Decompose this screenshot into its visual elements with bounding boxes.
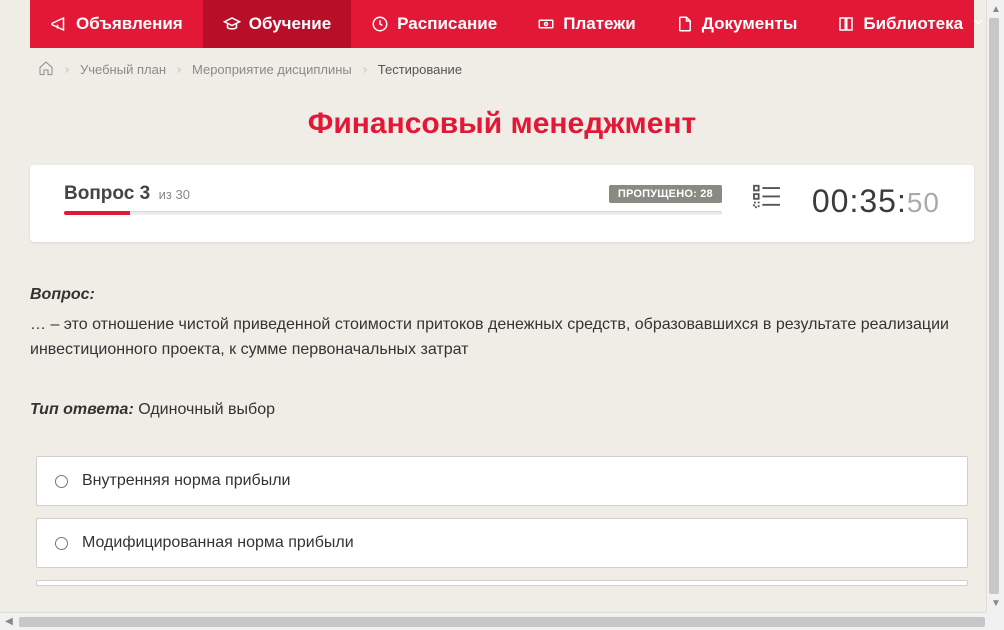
progress-bar: [64, 211, 722, 215]
breadcrumb-link[interactable]: Учебный план: [80, 62, 166, 77]
answer-list: Внутренняя норма прибыли Модифицированна…: [36, 456, 968, 586]
file-icon: [676, 15, 694, 33]
horizontal-scrollbar[interactable]: ◀ ▶: [0, 612, 1004, 630]
chevron-right-icon: [174, 65, 184, 75]
timer: 00:35:50: [812, 183, 940, 220]
progress-fill: [64, 211, 130, 215]
nav-documents[interactable]: Документы: [656, 0, 818, 48]
scroll-up-arrow[interactable]: ▲: [987, 0, 1004, 18]
nav-schedule[interactable]: Расписание: [351, 0, 517, 48]
graduation-cap-icon: [223, 15, 241, 33]
megaphone-icon: [50, 15, 68, 33]
question-list-icon[interactable]: [752, 183, 782, 209]
nav-label: Библиотека: [863, 14, 963, 34]
timer-min: 00: [812, 183, 850, 220]
scroll-left-arrow[interactable]: ◀: [0, 613, 18, 630]
answer-text: Внутренняя норма прибыли: [82, 472, 291, 490]
clock-icon: [371, 15, 389, 33]
answer-type-value: Одиночный выбор: [138, 401, 275, 418]
answer-option[interactable]: Внутренняя норма прибыли: [36, 456, 968, 506]
question-number: Вопрос 3 из 30: [64, 183, 190, 205]
nav-label: Объявления: [76, 14, 183, 34]
question-panel: Вопрос 3 из 30 ПРОПУЩЕНО: 28 00:35:50: [30, 165, 974, 242]
answer-type-label: Тип ответа:: [30, 401, 134, 418]
breadcrumb-current: Тестирование: [378, 62, 462, 77]
question-label: Вопрос:: [30, 282, 974, 308]
scroll-thumb[interactable]: [19, 617, 985, 627]
answer-type-row: Тип ответа: Одиночный выбор: [30, 397, 974, 423]
answer-option-partial[interactable]: [36, 580, 968, 586]
answer-text: Модифицированная норма прибыли: [82, 534, 354, 552]
question-text: … – это отношение чистой приведенной сто…: [30, 312, 974, 363]
nav-label: Обучение: [249, 14, 331, 34]
chevron-right-icon: [62, 65, 72, 75]
chevron-down-icon: [971, 14, 985, 34]
nav-label: Документы: [702, 14, 798, 34]
scrollbar-corner: [986, 612, 1004, 630]
scroll-down-arrow[interactable]: ▼: [987, 594, 1004, 612]
book-icon: [837, 15, 855, 33]
home-icon[interactable]: [38, 60, 54, 79]
page-title: Финансовый менеджмент: [0, 107, 1004, 141]
vertical-scrollbar[interactable]: ▲ ▼: [986, 0, 1004, 612]
nav-learning[interactable]: Обучение: [203, 0, 351, 48]
answer-option[interactable]: Модифицированная норма прибыли: [36, 518, 968, 568]
nav-label: Расписание: [397, 14, 497, 34]
nav-label: Платежи: [563, 14, 636, 34]
nav-payments[interactable]: Платежи: [517, 0, 656, 48]
nav-announcements[interactable]: Объявления: [30, 0, 203, 48]
answer-radio[interactable]: [55, 537, 68, 550]
timer-ms: 50: [907, 187, 940, 219]
top-nav: Объявления Обучение Расписание Платежи Д…: [30, 0, 974, 48]
scroll-thumb[interactable]: [989, 18, 999, 594]
chevron-right-icon: [360, 65, 370, 75]
timer-sec: 35: [859, 183, 897, 220]
panel-left: Вопрос 3 из 30 ПРОПУЩЕНО: 28: [64, 183, 722, 215]
money-icon: [537, 15, 555, 33]
question-body: Вопрос: … – это отношение чистой приведе…: [30, 282, 974, 422]
breadcrumb: Учебный план Мероприятие дисциплины Тест…: [0, 48, 1004, 87]
nav-library[interactable]: Библиотека: [817, 0, 1004, 48]
skipped-badge: ПРОПУЩЕНО: 28: [609, 185, 722, 203]
breadcrumb-link[interactable]: Мероприятие дисциплины: [192, 62, 352, 77]
answer-radio[interactable]: [55, 475, 68, 488]
